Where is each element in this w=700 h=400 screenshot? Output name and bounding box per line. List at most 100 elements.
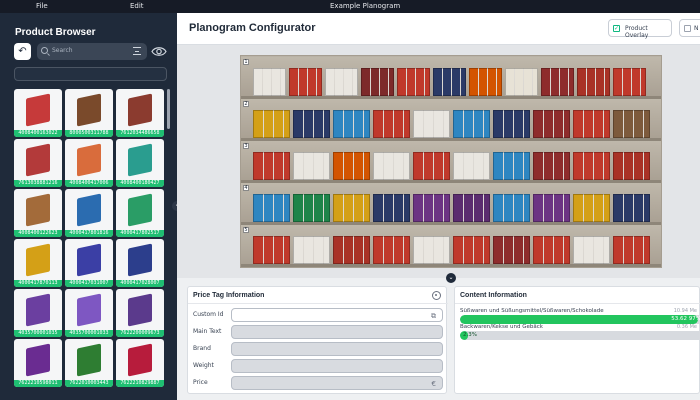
shelf-product[interactable] (333, 194, 370, 222)
shelf-product[interactable] (413, 194, 450, 222)
product-image (26, 193, 50, 227)
product-tile[interactable]: 7622210598011 (14, 339, 62, 387)
shelf-number: 2 (243, 101, 249, 107)
shelf-product[interactable] (453, 110, 490, 138)
shelf-product[interactable] (613, 110, 650, 138)
shelf-row[interactable]: 1 (241, 57, 661, 99)
shelf-product[interactable] (433, 68, 466, 96)
shelf-row[interactable]: 5 (241, 225, 661, 267)
shelf-product[interactable] (293, 152, 330, 180)
n-toggle[interactable]: N (679, 19, 700, 37)
shelf-product[interactable] (253, 110, 290, 138)
product-tile[interactable]: 7622210829887 (116, 339, 164, 387)
custom-id-field[interactable]: ⧉ (231, 308, 443, 322)
product-tile[interactable]: 4035700001035 (14, 289, 62, 337)
shelf-product[interactable] (493, 110, 530, 138)
price-field[interactable]: € (231, 376, 443, 390)
back-button[interactable]: ↶ (14, 43, 31, 60)
shelf-product[interactable] (533, 152, 570, 180)
shelf-product[interactable] (413, 152, 450, 180)
shelf-product[interactable] (493, 236, 530, 264)
shelf-product[interactable] (573, 194, 610, 222)
shelf-product[interactable] (469, 68, 502, 96)
shelf-product[interactable] (573, 236, 610, 264)
shelf-product[interactable] (253, 236, 290, 264)
product-tile[interactable]: 4008400163022 (14, 89, 62, 137)
main-text-field[interactable] (231, 325, 443, 339)
expand-panel-button[interactable]: ⌄ (446, 273, 456, 283)
shelf-product[interactable] (533, 236, 570, 264)
product-tile[interactable]: 7613038881216 (14, 139, 62, 187)
eye-icon[interactable] (151, 44, 167, 59)
menu-file[interactable]: File (36, 2, 48, 10)
product-tile[interactable]: 4000417802517 (116, 189, 164, 237)
copy-icon[interactable]: ⧉ (431, 312, 436, 321)
shelf-product[interactable] (613, 68, 646, 96)
shelf-product[interactable] (289, 68, 322, 96)
weight-field[interactable] (231, 359, 443, 373)
shelf-product[interactable] (373, 152, 410, 180)
menu-edit[interactable]: Edit (130, 2, 144, 10)
shelf-product[interactable] (573, 152, 610, 180)
shelf-product[interactable] (413, 110, 450, 138)
shelf-product[interactable] (505, 68, 538, 96)
shelf-product[interactable] (333, 152, 370, 180)
shelf-product[interactable] (613, 194, 650, 222)
product-tile[interactable]: 7622200009673 (116, 289, 164, 337)
brand-field[interactable] (231, 342, 443, 356)
shelf-product[interactable] (577, 68, 610, 96)
search-box[interactable]: Search (37, 43, 147, 60)
shelf-product[interactable] (453, 236, 490, 264)
shelf-unit[interactable]: 1 2 3 4 5 (240, 55, 662, 268)
shelf-product[interactable] (453, 194, 490, 222)
shelf-product[interactable] (493, 152, 530, 180)
shelf-product[interactable] (573, 110, 610, 138)
shelf-product[interactable] (333, 110, 370, 138)
shelf-product[interactable] (373, 110, 410, 138)
product-overlay-toggle[interactable]: ✓ Product Overlay (608, 19, 672, 39)
shelf-product[interactable] (253, 152, 290, 180)
product-tile[interactable]: 4035700001033 (65, 289, 113, 337)
shelf-product[interactable] (533, 194, 570, 222)
product-tile[interactable]: 4000417870113 (14, 239, 62, 287)
shelf-product[interactable] (333, 236, 370, 264)
shelf-product[interactable] (361, 68, 394, 96)
shelf-product[interactable] (397, 68, 430, 96)
product-tile[interactable]: 7612034486658 (116, 89, 164, 137)
shelf-product[interactable] (293, 236, 330, 264)
product-tile[interactable]: 4000417801816 (65, 189, 113, 237)
shelf-product[interactable] (373, 236, 410, 264)
sidebar-scrollbar[interactable] (167, 89, 170, 129)
shelf-row[interactable]: 3 (241, 141, 661, 183)
shelf-product[interactable] (373, 194, 410, 222)
planogram-canvas[interactable]: 1 2 3 4 5 (177, 45, 700, 278)
secondary-filter-field[interactable] (14, 67, 167, 81)
shelf-product[interactable] (325, 68, 358, 96)
product-code: 7622010003443 (65, 380, 113, 387)
shelf-product[interactable] (613, 152, 650, 180)
product-tile[interactable]: 4008400180427 (116, 139, 164, 187)
product-tile[interactable]: 7622010003443 (65, 339, 113, 387)
shelf-product[interactable] (293, 194, 330, 222)
filter-icon[interactable] (133, 47, 141, 55)
product-code: 8000500311788 (65, 130, 113, 137)
product-tile[interactable]: 4008400417006 (65, 139, 113, 187)
shelf-product[interactable] (541, 68, 574, 96)
shelf-product[interactable] (413, 236, 450, 264)
shelf-row[interactable]: 2 (241, 99, 661, 141)
shelf-row[interactable]: 4 (241, 183, 661, 225)
shelf-product[interactable] (253, 194, 290, 222)
shelf-product[interactable] (253, 68, 286, 96)
product-tile[interactable]: 8000500311788 (65, 89, 113, 137)
search-input[interactable]: Search (52, 47, 73, 54)
shelf-product[interactable] (613, 236, 650, 264)
shelf-product[interactable] (533, 110, 570, 138)
product-tile[interactable]: 4000417031007 (65, 239, 113, 287)
gear-icon[interactable] (432, 291, 441, 300)
shelf-product[interactable] (293, 110, 330, 138)
shelf-product[interactable] (493, 194, 530, 222)
product-tile[interactable]: 4008400122623 (14, 189, 62, 237)
product-tile[interactable]: 4000417028007 (116, 239, 164, 287)
shelf-product[interactable] (453, 152, 490, 180)
search-icon (41, 47, 48, 54)
